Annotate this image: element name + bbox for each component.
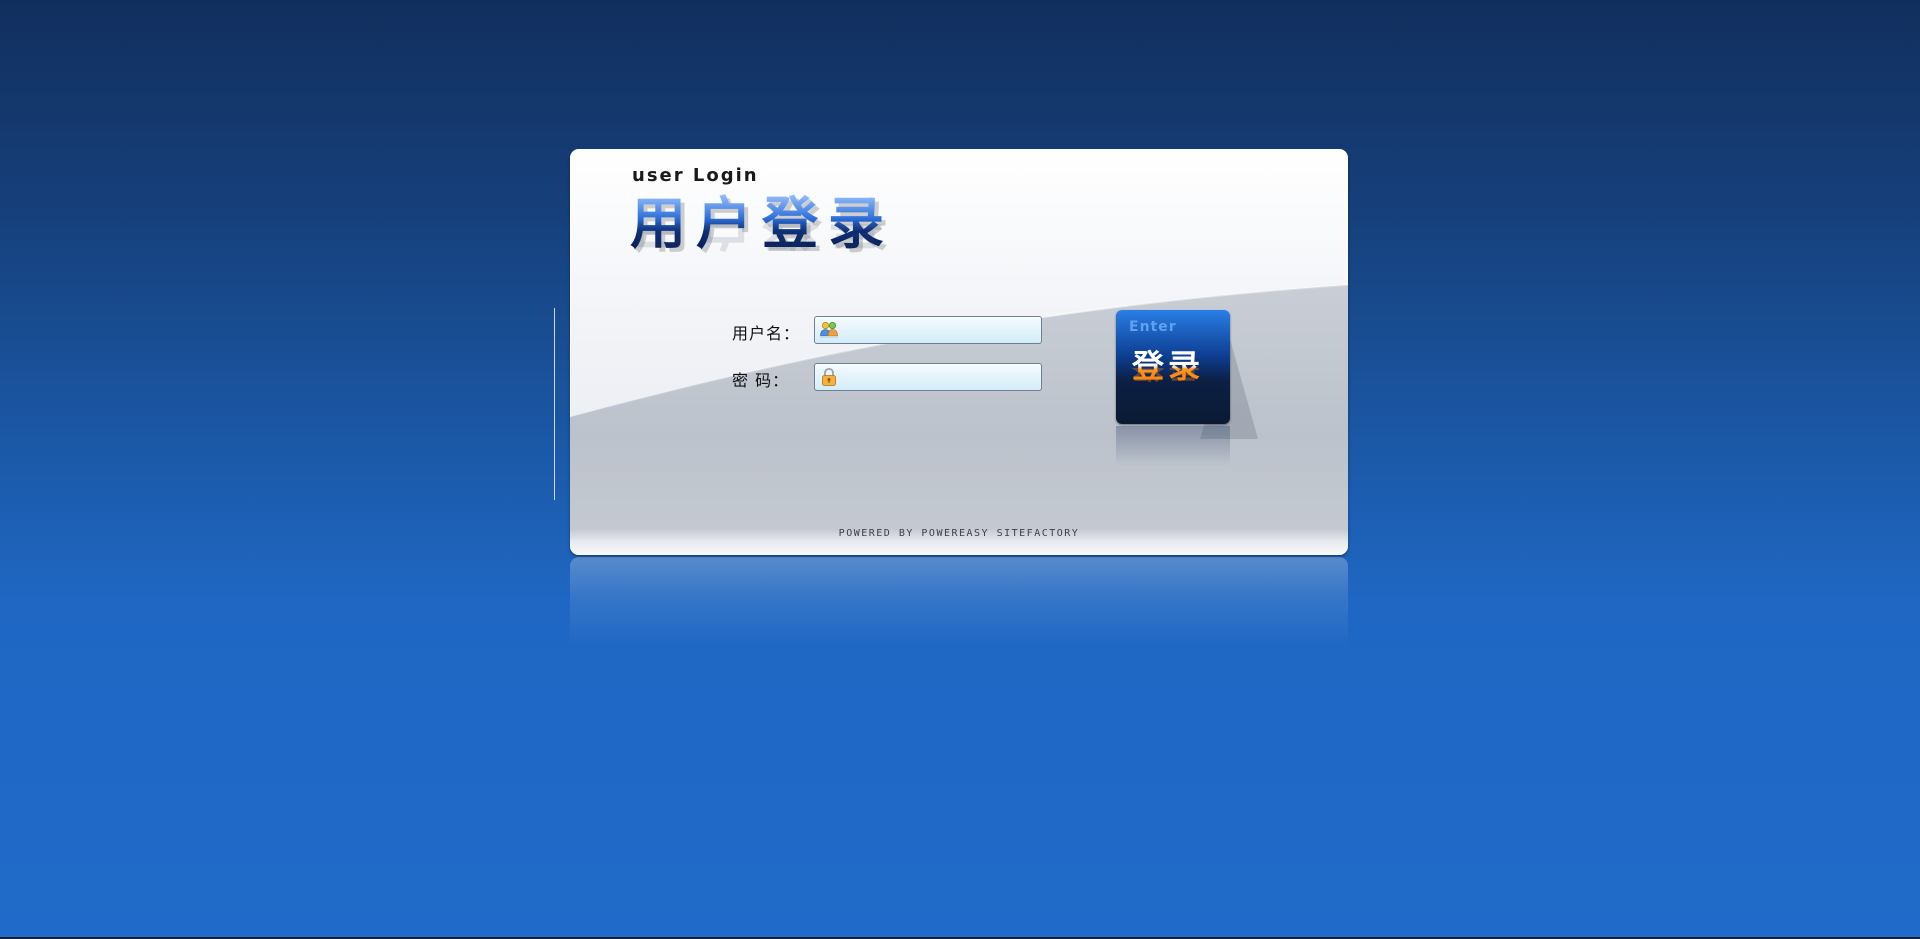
login-button-reflection	[1116, 426, 1230, 466]
password-label: 密 码：	[732, 371, 790, 390]
side-divider-line	[554, 308, 555, 500]
powered-by-text: POWERED BY POWEREASY SITEFACTORY	[838, 528, 1080, 539]
lock-icon	[822, 368, 836, 386]
username-field[interactable]	[814, 316, 1042, 344]
users-icon	[820, 321, 838, 338]
login-panel: user Login 用户登录 用户登录 用户登录 用户名： 密 码： Ente…	[570, 149, 1348, 555]
password-field[interactable]	[814, 363, 1042, 391]
login-button-label-reflection: 登录	[1132, 368, 1204, 386]
username-input[interactable]	[843, 317, 1035, 343]
password-input[interactable]	[843, 364, 1035, 390]
panel-reflection	[570, 557, 1348, 647]
login-submit-button[interactable]: Enter 登录 登录	[1116, 310, 1230, 424]
username-label: 用户名：	[732, 324, 801, 343]
enter-label: Enter	[1129, 319, 1177, 335]
login-title-reflection: 用户登录	[630, 223, 894, 253]
login-subtitle: user Login	[632, 165, 759, 186]
